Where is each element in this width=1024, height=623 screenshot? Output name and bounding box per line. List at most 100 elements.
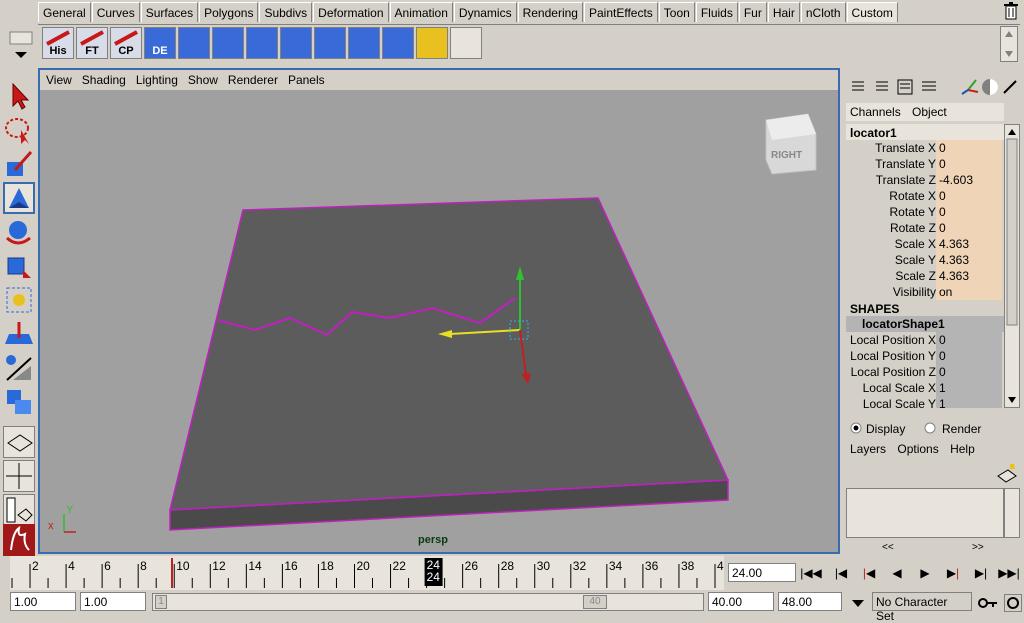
channel-row[interactable]: Local Scale Y1 — [846, 396, 1004, 408]
trash-icon[interactable] — [1003, 2, 1019, 20]
channel-value-field[interactable]: 1 — [936, 380, 1002, 396]
animation-preferences-icon[interactable] — [1004, 594, 1022, 612]
character-set-dropdown-icon[interactable] — [848, 595, 868, 611]
channel-value-field[interactable]: 0 — [936, 156, 1002, 172]
channel-value-field[interactable]: 1 — [936, 396, 1002, 408]
channel-value-field[interactable]: 4.363 — [936, 268, 1002, 284]
scroll-left-button[interactable]: << — [882, 542, 894, 553]
shelf-tab-toon[interactable]: Toon — [658, 2, 695, 22]
options-menu[interactable]: Options — [897, 442, 938, 456]
shelf-tab-polygons[interactable]: Polygons — [199, 2, 259, 22]
shelf-tab-surfaces[interactable]: Surfaces — [140, 2, 199, 22]
channel-value-field[interactable]: 0 — [936, 332, 1002, 348]
channel-value-field[interactable]: 0 — [936, 188, 1002, 204]
step-forward-frame-icon[interactable]: ▶| — [942, 562, 964, 584]
paint-select-tool-icon[interactable] — [3, 148, 35, 180]
viewport-panel[interactable]: View Shading Lighting Show Renderer Panels RI… — [38, 68, 840, 554]
mesh-icon-2[interactable] — [212, 27, 244, 59]
shelf-tab-custom[interactable]: Custom — [846, 2, 898, 22]
universal-manipulator-icon[interactable] — [3, 284, 35, 316]
end-time-field[interactable]: 48.00 — [778, 592, 842, 611]
panel-menu-show[interactable]: Show — [188, 73, 218, 87]
mesh-icon-6[interactable] — [348, 27, 380, 59]
select-tool-icon[interactable] — [3, 80, 35, 112]
channel-value-field[interactable]: 0 — [936, 364, 1002, 380]
channel-box-scrollbar[interactable] — [1004, 124, 1020, 408]
shelf-tab-rendering[interactable]: Rendering — [517, 2, 583, 22]
layer-list[interactable] — [846, 488, 1004, 538]
panel-menu-panels[interactable]: Panels — [288, 73, 325, 87]
current-time-field[interactable]: 24.00 — [728, 563, 796, 582]
channel-value-field[interactable]: 4.363 — [936, 236, 1002, 252]
shape-name[interactable]: locatorShape1 — [846, 316, 1004, 332]
lasso-tool-icon[interactable] — [3, 114, 35, 146]
shelf-tab-general[interactable]: General — [38, 2, 91, 22]
shelf-tab-dynamics[interactable]: Dynamics — [453, 2, 517, 22]
character-set-field[interactable]: No Character Set — [872, 592, 972, 623]
play-forward-icon[interactable]: ▶ — [914, 562, 936, 584]
channel-value-field[interactable]: 0 — [936, 140, 1002, 156]
layers-menu[interactable]: Layers — [850, 442, 886, 456]
channel-row[interactable]: Local Position Z0 — [846, 364, 1004, 380]
mesh-icon-1[interactable] — [178, 27, 210, 59]
panel-menu-renderer[interactable]: Renderer — [228, 73, 278, 87]
step-back-key-icon[interactable]: |◀ — [830, 562, 852, 584]
channel-row[interactable]: Scale Z 4.363 — [846, 268, 1004, 284]
render-radio-label[interactable]: Render — [942, 422, 981, 436]
range-slider[interactable]: 1 40 — [152, 593, 704, 611]
channel-row[interactable]: Local Position Y0 — [846, 348, 1004, 364]
shelf-tab-fur[interactable]: Fur — [738, 2, 767, 22]
panel-menu-lighting[interactable]: Lighting — [136, 73, 178, 87]
delete-edges-icon[interactable]: DE — [144, 27, 176, 59]
step-back-frame-icon[interactable]: |◀ — [858, 562, 880, 584]
channel-value-field[interactable]: 0 — [936, 220, 1002, 236]
channel-row[interactable]: Rotate Y0 — [846, 204, 1004, 220]
viewcube[interactable] — [765, 113, 817, 175]
shelf-tab-painteffects[interactable]: PaintEffects — [583, 2, 658, 22]
move-tool-icon[interactable] — [3, 182, 35, 214]
shelf-tab-curves[interactable]: Curves — [91, 2, 140, 22]
single-pane-layout-icon[interactable] — [3, 426, 35, 458]
channel-value-field[interactable]: 4.363 — [936, 252, 1002, 268]
channel-row[interactable]: Rotate Z0 — [846, 220, 1004, 236]
mesh-icon-5[interactable] — [314, 27, 346, 59]
render-radio[interactable] — [924, 422, 936, 437]
shelf-tab-deformation[interactable]: Deformation — [313, 2, 389, 22]
channel-value-field[interactable]: -4.603 — [936, 172, 1002, 188]
four-pane-layout-icon[interactable] — [3, 460, 35, 492]
channel-row[interactable]: Visibility on — [846, 284, 1004, 300]
channel-value-field[interactable]: 0 — [936, 204, 1002, 220]
range-end-handle[interactable]: 40 — [583, 595, 607, 609]
scale-tool-icon[interactable] — [3, 250, 35, 282]
display-radio[interactable] — [850, 422, 862, 437]
help-menu[interactable]: Help — [950, 442, 975, 456]
center-pivot-icon[interactable]: CP — [110, 27, 142, 59]
new-layer-icon[interactable] — [996, 462, 1018, 484]
channel-row[interactable]: Scale Y 4.363 — [846, 252, 1004, 268]
range-start-handle[interactable]: 1 — [155, 595, 167, 609]
channel-value-field[interactable]: on — [936, 284, 1002, 300]
channel-row[interactable]: Translate X0 — [846, 140, 1004, 156]
rotate-tool-icon[interactable] — [3, 216, 35, 248]
object-name[interactable]: locator1 — [846, 124, 1004, 140]
shelf-tab-subdivs[interactable]: Subdivs — [259, 2, 313, 22]
shelf-menu-button[interactable] — [8, 26, 34, 62]
mesh-icon-7[interactable] — [382, 27, 414, 59]
key-icon[interactable] — [978, 595, 998, 611]
scene-canvas[interactable] — [40, 90, 838, 552]
history-icon[interactable]: His — [42, 27, 74, 59]
channel-row[interactable]: Scale X 4.363 — [846, 236, 1004, 252]
layer-scrollbar[interactable] — [1004, 488, 1020, 538]
channel-row[interactable]: Translate Y0 — [846, 156, 1004, 172]
object-menu[interactable]: Object — [912, 105, 947, 119]
shelf-scrollbar[interactable] — [1000, 26, 1018, 62]
go-to-start-icon[interactable]: |◀◀ — [800, 562, 822, 584]
shelf-tab-hair[interactable]: Hair — [767, 2, 800, 22]
shelf-tab-fluids[interactable]: Fluids — [695, 2, 738, 22]
mesh-icon-3[interactable] — [246, 27, 278, 59]
ground-plane[interactable] — [169, 197, 730, 531]
playback-end-field[interactable]: 40.00 — [708, 592, 774, 611]
start-time-field[interactable]: 1.00 — [10, 592, 76, 611]
playback-start-field[interactable]: 1.00 — [80, 592, 146, 611]
channel-row[interactable]: Translate Z -4.603 — [846, 172, 1004, 188]
